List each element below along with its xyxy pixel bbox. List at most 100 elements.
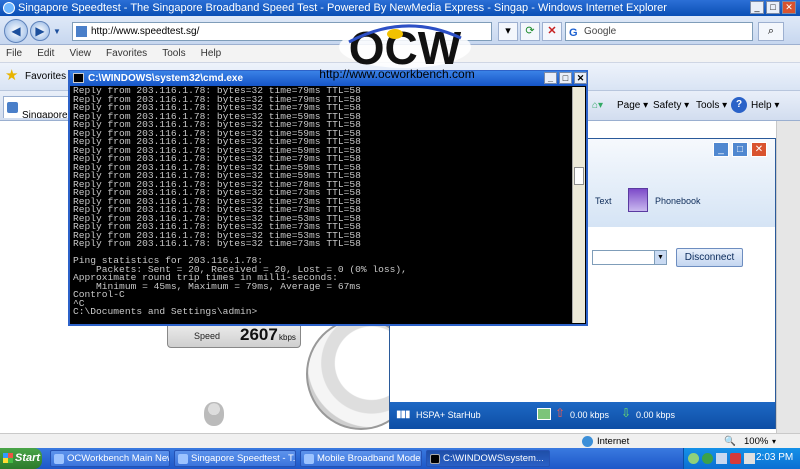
menu-tools[interactable]: Tools [162,45,185,63]
tray-icon[interactable] [688,453,699,464]
page-menu[interactable]: Page ▾ [617,100,648,111]
cmd-close-button[interactable]: ✕ [574,72,587,84]
tab-singapore-speedtest[interactable]: Singapore Sp [3,96,73,118]
menu-view[interactable]: View [69,45,91,63]
tab-label: Singapore Sp [22,110,72,118]
security-zone: Internet [597,436,630,447]
cmd-line: Reply from 203.116.1.78: bytes=32 time=7… [73,238,361,249]
task-label: C:\WINDOWS\system... [443,453,544,464]
network-name: HSPA+ StarHub [416,410,481,420]
maximize-button[interactable]: □ [766,1,780,14]
speed-value: 2607 [240,325,278,344]
start-label: Start [15,452,41,464]
cmd-task-icon [430,454,440,464]
clock: 2:03 PM [756,452,794,463]
address-dropdown-button[interactable]: ▾ [498,22,518,41]
search-icon[interactable]: ⌕ [758,22,784,41]
favorites-button[interactable]: Favorites [25,71,66,82]
search-input[interactable]: G Google [565,22,753,41]
broadband-close-button[interactable]: ✕ [751,142,767,157]
refresh-icon[interactable]: ⟳ [520,22,540,41]
cmd-line: Minimum = 45ms, Maximum = 79ms, Average … [73,280,361,292]
forward-button[interactable]: ▶ [30,21,50,41]
ie-app-icon [3,2,15,14]
menu-edit[interactable]: Edit [37,45,54,63]
home-icon[interactable]: ⌂▾ [592,100,603,111]
signal-icon: ▮▮▮ [396,409,410,420]
broadband-status-bar: ▮▮▮ HSPA+ StarHub ⇧ 0.00 kbps ⇩ 0.00 kbp… [390,402,775,429]
tray-icon[interactable] [716,453,727,464]
cmd-line: C:\Documents and Settings\admin> [73,306,258,317]
ocw-url: http://www.ocworkbench.com [319,67,475,81]
ocw-logo: OCW [339,22,471,72]
computer-icon [537,408,551,420]
start-button[interactable]: Start [0,448,42,469]
modem-task-icon [304,454,314,464]
help-icon[interactable]: ? [731,97,747,113]
cmd-title: C:\WINDOWS\system32\cmd.exe [88,73,244,84]
tab-page-icon [7,102,18,113]
download-speed: 0.00 kbps [636,410,676,420]
task-label: Mobile Broadband Modem [317,453,422,464]
windows-logo-icon [3,453,13,463]
cmd-minimize-button[interactable]: _ [544,72,557,84]
zoom-icon: 🔍 [724,436,736,447]
security-shield-icon[interactable] [730,453,741,464]
cmd-icon [73,73,84,83]
speed-unit: kbps [279,333,296,342]
tab-text[interactable]: Text [595,196,612,206]
tray-icon[interactable] [702,453,713,464]
broadband-maximize-button[interactable]: □ [732,142,748,157]
safety-menu[interactable]: Safety ▾ [653,100,689,111]
recent-pages-dropdown[interactable]: ▼ [53,27,61,36]
close-button[interactable]: ✕ [782,1,796,14]
upload-speed: 0.00 kbps [570,410,610,420]
help-menu[interactable]: Help ▾ [751,100,779,111]
person-icon [204,402,224,426]
star-icon[interactable]: ★ [5,68,18,84]
taskbar-item-ocworkbench[interactable]: OCWorkbench Main New... [50,450,170,467]
menu-favorites[interactable]: Favorites [106,45,147,63]
zoom-level[interactable]: 100% [744,435,768,448]
cmd-output[interactable]: Reply from 203.116.1.78: bytes=32 time=7… [73,87,571,324]
back-button[interactable]: ◀ [4,19,28,43]
page-scrollbar[interactable] [776,121,800,433]
menu-file[interactable]: File [6,45,22,63]
page-icon [76,26,87,37]
google-icon: G [569,27,578,39]
taskbar-item-broadband[interactable]: Mobile Broadband Modem [300,450,422,467]
tab-phonebook[interactable]: Phonebook [655,196,701,206]
disconnect-button[interactable]: Disconnect [676,248,743,267]
ie-task-icon [54,454,64,464]
cmd-maximize-button[interactable]: □ [559,72,572,84]
speed-label: Speed [194,331,221,341]
logo-text: OCW [349,22,462,72]
help-menu-label: Help [751,100,772,111]
task-label: Singapore Speedtest - T... [191,453,296,464]
zoom-dropdown-icon[interactable]: ▾ [772,435,776,448]
task-label: OCWorkbench Main New... [67,453,170,464]
ie-task-icon [178,454,188,464]
ie-window-title: Singapore Speedtest - The Singapore Broa… [18,2,667,14]
volume-icon[interactable] [744,453,755,464]
cmd-scrollbar[interactable] [572,87,585,323]
address-value: http://www.speedtest.sg/ [91,26,200,37]
broadband-minimize-button[interactable]: _ [713,142,729,157]
ie-status-bar: Internet 🔍 100% ▾ [0,433,800,448]
cmd-scroll-thumb[interactable] [574,167,584,185]
taskbar-item-speedtest[interactable]: Singapore Speedtest - T... [174,450,296,467]
menu-help[interactable]: Help [201,45,222,63]
globe-icon [582,436,593,447]
tools-menu[interactable]: Tools ▾ [696,100,727,111]
minimize-button[interactable]: _ [750,1,764,14]
page-menu-label: Page [617,100,641,111]
stop-icon[interactable]: ✕ [542,22,562,41]
phonebook-icon[interactable] [628,188,648,212]
connection-select[interactable]: ▼ [592,250,667,265]
search-placeholder: Google [584,26,617,37]
cmd-line: Control-C [73,289,125,300]
ie-title-bar: Singapore Speedtest - The Singapore Broa… [0,0,800,16]
tools-menu-label: Tools [696,100,720,111]
taskbar-item-cmd[interactable]: C:\WINDOWS\system... [426,450,550,467]
safety-menu-label: Safety [653,100,682,111]
